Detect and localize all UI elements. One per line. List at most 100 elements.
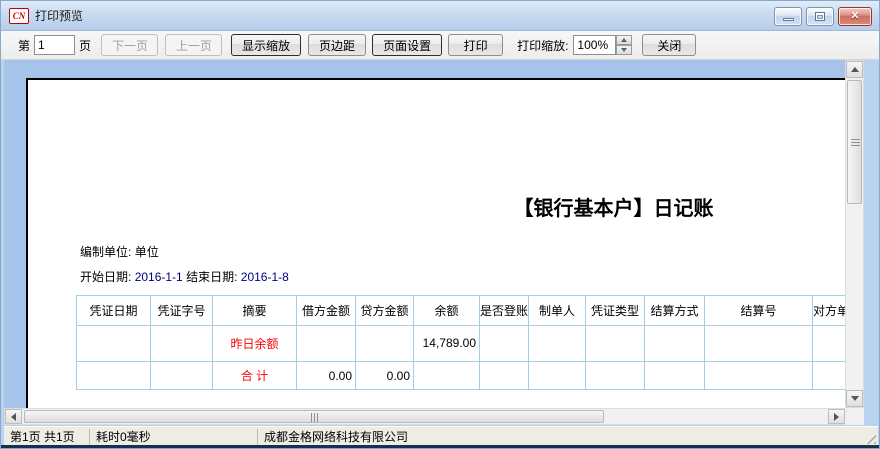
preview-area: 【银行基本户】日记账 编制单位: 单位 开始日期: 2016-1-1 结束日期:…	[4, 60, 845, 408]
table-cell	[414, 362, 480, 390]
table-cell	[356, 326, 414, 362]
column-header: 凭证字号	[151, 296, 213, 326]
table-cell	[529, 362, 586, 390]
table-cell: 0.00	[297, 362, 356, 390]
table-cell	[645, 326, 705, 362]
table-cell	[705, 362, 813, 390]
scroll-down-icon	[851, 396, 859, 401]
column-header: 余额	[414, 296, 480, 326]
table-row: 合 计0.000.00	[77, 362, 846, 390]
table-cell	[586, 326, 645, 362]
page-setup-button[interactable]: 页面设置	[372, 34, 442, 56]
spinner-down-button[interactable]	[616, 45, 632, 55]
column-header: 对方单位	[813, 296, 845, 326]
print-button[interactable]: 打印	[448, 34, 503, 56]
margins-button[interactable]: 页边距	[308, 34, 366, 56]
maximize-button[interactable]	[806, 7, 834, 26]
horizontal-scroll-thumb[interactable]	[24, 410, 604, 423]
app-icon: CN	[9, 8, 29, 24]
toolbar: 第 页 下一页 上一页 显示缩放 页边距 页面设置 打印 打印缩放: 关闭	[1, 31, 879, 60]
table-cell	[77, 326, 151, 362]
date-line: 开始日期: 2016-1-1 结束日期: 2016-1-8	[80, 268, 289, 285]
scroll-down-button[interactable]	[846, 390, 863, 407]
minimize-icon	[783, 18, 794, 21]
unit-label: 编制单位:	[80, 245, 131, 259]
table-cell	[151, 362, 213, 390]
column-header: 制单人	[529, 296, 586, 326]
print-zoom-input[interactable]	[573, 35, 616, 55]
page-suffix-label: 页	[79, 37, 91, 54]
next-page-button[interactable]: 下一页	[101, 34, 158, 56]
journal-table: 凭证日期凭证字号摘要借方金额贷方金额余额是否登账制单人凭证类型结算方式结算号对方…	[76, 295, 845, 390]
start-date-value: 2016-1-1	[135, 270, 183, 284]
spinner-down-icon	[621, 48, 627, 52]
spinner-up-button[interactable]	[616, 35, 632, 45]
scroll-up-button[interactable]	[846, 61, 863, 78]
table-cell	[813, 326, 845, 362]
window-title: 打印预览	[35, 7, 83, 24]
column-header: 凭证类型	[586, 296, 645, 326]
scroll-left-button[interactable]	[5, 409, 22, 424]
scroll-up-icon	[851, 67, 859, 72]
document-title: 【银行基本户】日记账	[28, 192, 845, 221]
end-date-label: 结束日期:	[186, 270, 237, 284]
table-cell: 14,789.00	[414, 326, 480, 362]
column-header: 是否登账	[480, 296, 529, 326]
close-button[interactable]: ✕	[838, 7, 872, 26]
table-cell	[529, 326, 586, 362]
status-page-info: 第1页 共1页	[4, 429, 90, 445]
show-zoom-button[interactable]: 显示缩放	[231, 34, 301, 56]
table-cell	[151, 326, 213, 362]
print-zoom-label: 打印缩放:	[517, 37, 568, 54]
table-cell	[77, 362, 151, 390]
thumb-grip-icon	[851, 139, 860, 147]
table-cell	[705, 326, 813, 362]
print-zoom-spinner	[616, 35, 632, 55]
table-cell	[586, 362, 645, 390]
column-header: 凭证日期	[77, 296, 151, 326]
table-cell	[480, 362, 529, 390]
table-cell	[813, 362, 845, 390]
minimize-button[interactable]	[774, 7, 802, 26]
spinner-up-icon	[621, 38, 627, 42]
table-cell	[645, 362, 705, 390]
status-elapsed: 耗时0毫秒	[90, 429, 258, 445]
print-preview-window: CN 打印预览 ✕ 第 页 下一页 上一页 显示缩放 页边距 页面设置 打印 打…	[0, 0, 880, 449]
end-date-value: 2016-1-8	[241, 270, 289, 284]
vertical-scroll-thumb[interactable]	[847, 80, 862, 204]
column-header: 结算号	[705, 296, 813, 326]
scroll-left-icon	[11, 413, 16, 421]
table-header-row: 凭证日期凭证字号摘要借方金额贷方金额余额是否登账制单人凭证类型结算方式结算号对方…	[77, 296, 846, 326]
horizontal-scrollbar[interactable]	[4, 408, 845, 425]
table-cell: 合 计	[213, 362, 297, 390]
scroll-right-icon	[834, 413, 839, 421]
table-cell: 0.00	[356, 362, 414, 390]
thumb-grip-icon	[311, 413, 319, 422]
unit-value: 单位	[135, 245, 159, 259]
page-prefix-label: 第	[18, 37, 30, 54]
prev-page-button[interactable]: 上一页	[165, 34, 222, 56]
close-preview-button[interactable]: 关闭	[642, 34, 696, 56]
unit-line: 编制单位: 单位	[80, 243, 159, 260]
window-bottom-edge	[1, 445, 879, 448]
table-cell	[480, 326, 529, 362]
column-header: 贷方金额	[356, 296, 414, 326]
page-number-input[interactable]	[34, 35, 75, 55]
resize-grip-icon[interactable]	[865, 433, 876, 444]
column-header: 摘要	[213, 296, 297, 326]
vertical-scrollbar[interactable]	[845, 60, 864, 408]
statusbar: 第1页 共1页 耗时0毫秒 成都金格网络科技有限公司	[4, 426, 878, 446]
status-company: 成都金格网络科技有限公司	[258, 429, 414, 445]
start-date-label: 开始日期:	[80, 270, 131, 284]
document-page: 【银行基本户】日记账 编制单位: 单位 开始日期: 2016-1-1 结束日期:…	[26, 78, 845, 408]
titlebar: CN 打印预览 ✕	[1, 1, 879, 31]
table-cell	[297, 326, 356, 362]
column-header: 结算方式	[645, 296, 705, 326]
column-header: 借方金额	[297, 296, 356, 326]
scrollbar-corner	[845, 408, 864, 425]
table-row: 昨日余额 14,789.00	[77, 326, 846, 362]
table-cell: 昨日余额	[213, 326, 297, 362]
maximize-icon	[815, 12, 825, 21]
scroll-right-button[interactable]	[828, 409, 845, 424]
close-icon: ✕	[850, 11, 859, 22]
